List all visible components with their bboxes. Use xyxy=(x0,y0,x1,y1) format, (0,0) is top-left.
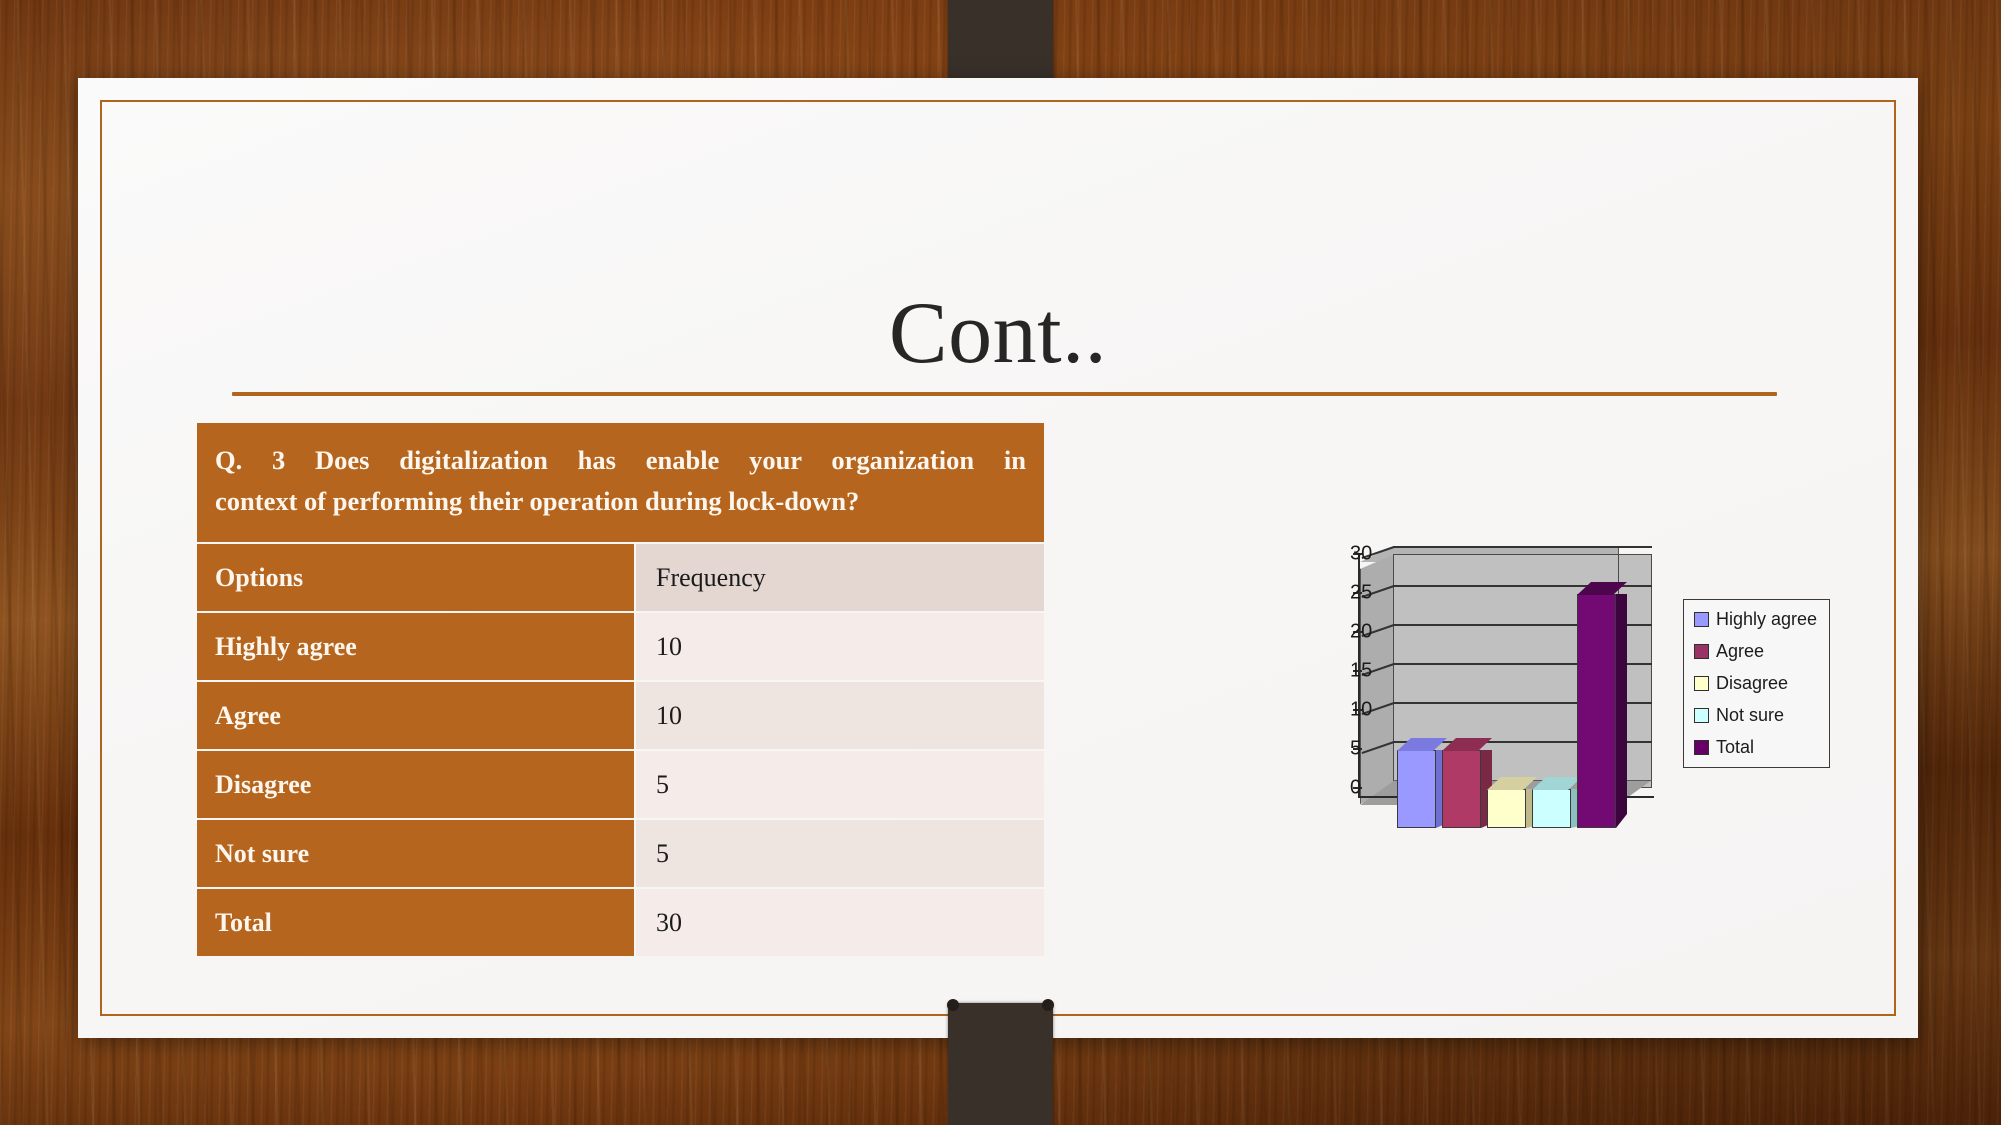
table-row: Highly agree 10 xyxy=(197,613,1044,681)
chart-legend-swatch-icon xyxy=(1694,676,1709,691)
tape-cap-left-icon xyxy=(947,999,959,1011)
chart-legend-item: Highly agree xyxy=(1694,609,1819,630)
chart-bar-front-face xyxy=(1397,750,1436,828)
row-option-label: Agree xyxy=(197,682,634,750)
chart-legend-swatch-icon xyxy=(1694,740,1709,755)
chart-legend-item: Total xyxy=(1694,737,1819,758)
chart-bar xyxy=(1487,777,1537,828)
table-header-row: Options Frequency xyxy=(197,544,1044,612)
slide-canvas: Cont.. Q. 3 Does digitalization has enab… xyxy=(0,0,2001,1125)
survey-results-table: Q. 3 Does digitalization has enable your… xyxy=(197,421,1044,958)
table-row: Total 30 xyxy=(197,889,1044,957)
chart-bar xyxy=(1532,777,1582,828)
table-row: Disagree 5 xyxy=(197,751,1044,819)
row-frequency-value: 10 xyxy=(636,682,1044,750)
column-header-frequency: Frequency xyxy=(636,544,1044,612)
chart-legend: Highly agree Agree Disagree Not sure Total xyxy=(1683,599,1830,768)
bar-chart: 0 5 10 15 20 25 30 Highly agree Agree Disagree No… xyxy=(1340,543,1860,836)
chart-bar-front-face xyxy=(1577,594,1616,828)
chart-bar xyxy=(1442,738,1492,828)
chart-bar-side-face xyxy=(1616,594,1627,828)
chart-legend-swatch-icon xyxy=(1694,708,1709,723)
chart-legend-item: Agree xyxy=(1694,641,1819,662)
presentation-slide: Cont.. Q. 3 Does digitalization has enab… xyxy=(78,78,1918,1038)
chart-legend-label: Highly agree xyxy=(1716,609,1818,629)
column-header-options: Options xyxy=(197,544,634,612)
chart-legend-label: Not sure xyxy=(1716,705,1785,725)
row-frequency-value: 10 xyxy=(636,613,1044,681)
table-question-cell: Q. 3 Does digitalization has enable your… xyxy=(197,423,1044,543)
table-row: Agree 10 xyxy=(197,682,1044,750)
chart-y-tick-label: 30 xyxy=(1350,543,1372,566)
title-divider-rule xyxy=(232,392,1777,396)
row-option-label: Disagree xyxy=(197,751,634,819)
row-frequency-value: 5 xyxy=(636,820,1044,888)
row-option-label: Not sure xyxy=(197,820,634,888)
chart-legend-label: Agree xyxy=(1716,641,1765,661)
chart-bar-front-face xyxy=(1532,789,1571,828)
chart-legend-label: Total xyxy=(1716,737,1755,757)
chart-bar-front-face xyxy=(1442,750,1481,828)
row-option-label: Total xyxy=(197,889,634,957)
chart-gridline xyxy=(1361,546,1652,560)
chart-bar xyxy=(1577,582,1627,828)
chart-y-tick-label: 15 xyxy=(1350,660,1372,683)
chart-y-tick-label: 5 xyxy=(1350,737,1362,760)
row-frequency-value: 30 xyxy=(636,889,1044,957)
chart-y-tick-label: 0 xyxy=(1350,776,1362,799)
table-question-row: Q. 3 Does digitalization has enable your… xyxy=(197,423,1044,543)
question-line-1: Q. 3 Does digitalization has enable your… xyxy=(215,445,1026,475)
chart-legend-label: Disagree xyxy=(1716,673,1789,693)
tape-strip-bottom xyxy=(947,999,1054,1125)
chart-bar-front-face xyxy=(1487,789,1526,828)
chart-legend-swatch-icon xyxy=(1694,612,1709,627)
chart-legend-swatch-icon xyxy=(1694,644,1709,659)
page-title: Cont.. xyxy=(888,285,1108,382)
tape-cap-right-icon xyxy=(1042,999,1054,1011)
chart-legend-item: Not sure xyxy=(1694,705,1819,726)
row-option-label: Highly agree xyxy=(197,613,634,681)
chart-y-tick-label: 25 xyxy=(1350,582,1372,605)
chart-bar xyxy=(1397,738,1447,828)
row-frequency-value: 5 xyxy=(636,751,1044,819)
chart-y-tick-label: 10 xyxy=(1350,699,1372,722)
table-row: Not sure 5 xyxy=(197,820,1044,888)
question-line-2: context of performing their operation du… xyxy=(215,486,860,517)
chart-legend-item: Disagree xyxy=(1694,673,1819,694)
chart-y-tick-label: 20 xyxy=(1350,621,1372,644)
